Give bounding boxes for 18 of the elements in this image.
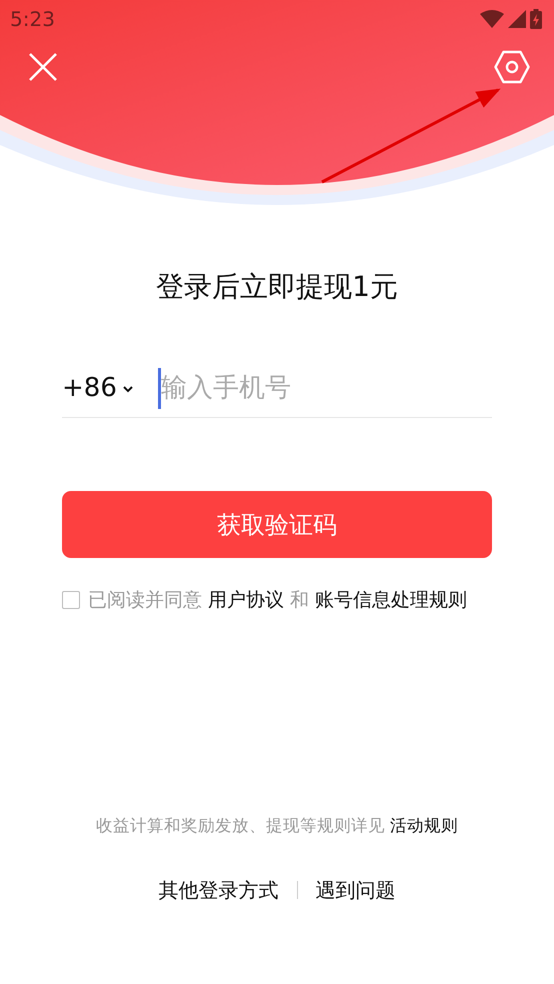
signal-icon <box>508 10 526 28</box>
footer-link[interactable]: 遇到问题 <box>316 874 396 905</box>
get-code-button[interactable]: 获取验证码 <box>62 491 492 558</box>
rules-link[interactable]: 活动规则 <box>390 816 458 835</box>
page-title: 登录后立即提现1元 <box>155 269 399 305</box>
status-time: 5:23 <box>10 6 55 33</box>
footer-link[interactable]: 其他登录方式 <box>158 874 278 905</box>
agreement-text: 已阅读并同意 用户协议 和 账号信息处理规则 <box>88 588 468 613</box>
rules-note: 收益计算和奖励发放、提现等规则详见 活动规则 <box>94 815 460 837</box>
wifi-icon <box>480 10 504 28</box>
agreement-link[interactable]: 账号信息处理规则 <box>315 589 468 611</box>
agreement-link[interactable]: 用户协议 <box>208 589 284 611</box>
close-icon[interactable] <box>28 52 58 82</box>
battery-icon <box>530 9 542 29</box>
country-code-selector[interactable]: +86 <box>62 369 134 408</box>
settings-icon[interactable] <box>494 50 530 84</box>
agreement-checkbox[interactable] <box>62 591 80 609</box>
chevron-down-icon <box>122 384 134 394</box>
